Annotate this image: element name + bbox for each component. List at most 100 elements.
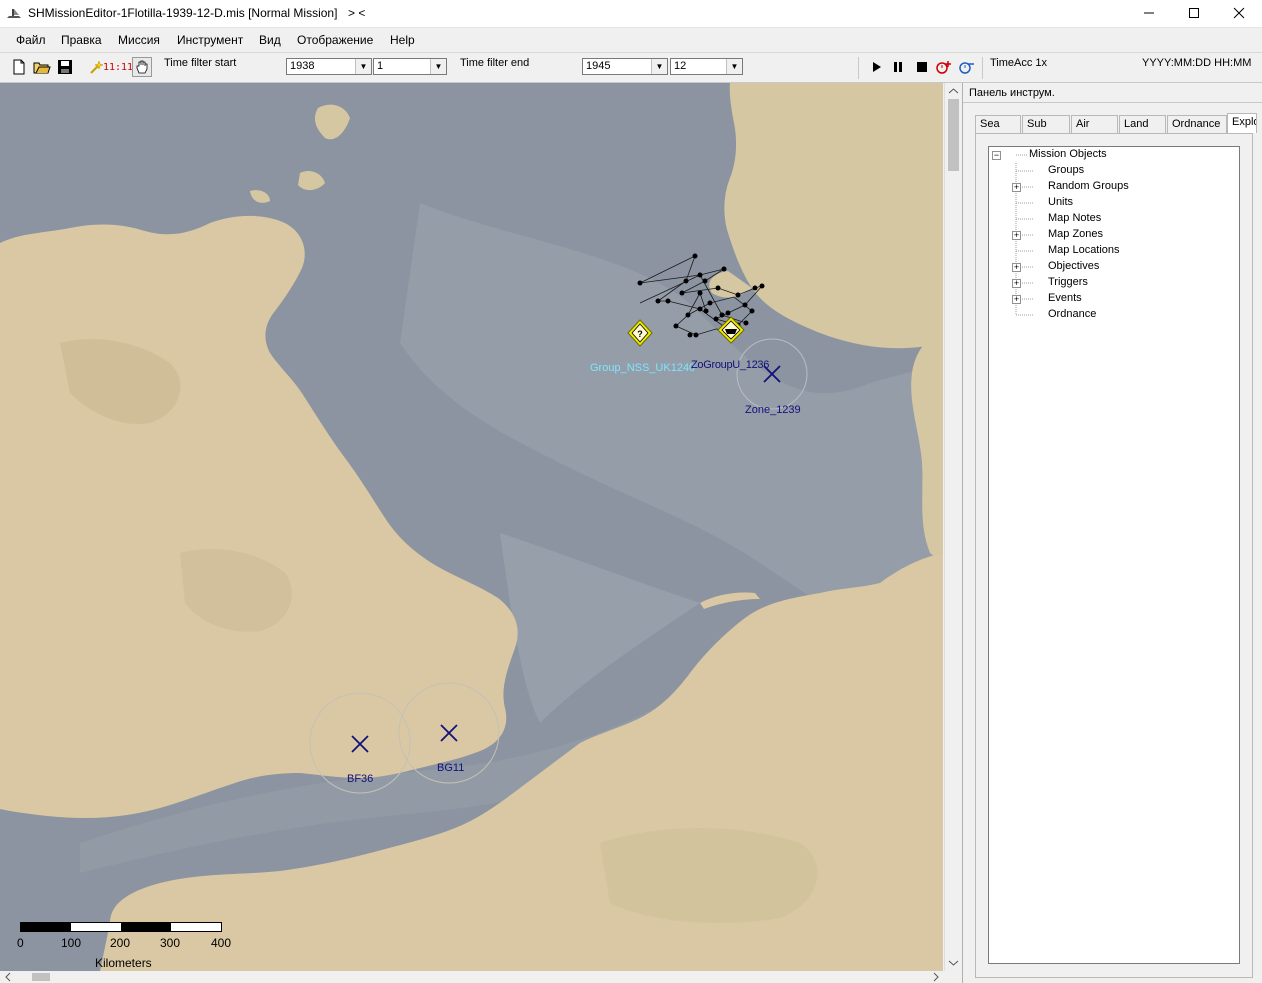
stop-icon [917, 62, 927, 72]
menu-file[interactable]: Файл [16, 33, 46, 47]
scroll-thumb[interactable] [32, 973, 50, 981]
tree-root[interactable]: Mission Objects [1029, 148, 1107, 160]
svg-text:?: ? [637, 329, 643, 339]
tree-item-map-locations[interactable]: Map Locations [1048, 244, 1120, 256]
save-button[interactable] [55, 57, 75, 77]
menu-tool[interactable]: Инструмент [177, 33, 243, 47]
end-year-value: 1945 [586, 60, 611, 72]
tab-air[interactable]: Air [1071, 115, 1118, 133]
group-nss-label[interactable]: Group_NSS_UK1240 [590, 362, 695, 374]
chevron-down-icon[interactable]: ▼ [726, 59, 742, 74]
chevron-up-icon[interactable] [945, 85, 962, 97]
scale-tick: 200 [110, 936, 131, 950]
tab-explorer[interactable]: Explo [1227, 113, 1257, 133]
chevron-down-icon[interactable] [945, 957, 962, 969]
magic-wand-icon [90, 60, 104, 74]
minimize-button[interactable] [1126, 0, 1172, 26]
menu-bar: Файл Правка Миссия Инструмент Вид Отобра… [0, 28, 1262, 53]
tree-item-events[interactable]: Events [1048, 292, 1082, 304]
title-bar: SHMissionEditor-1Flotilla-1939-12-D.mis … [0, 0, 1262, 28]
stopwatch-minus-icon [959, 62, 974, 74]
start-month-value: 1 [377, 60, 384, 72]
expand-icon[interactable]: + [1012, 183, 1021, 192]
map-vertical-scrollbar[interactable] [944, 83, 962, 971]
clock-button[interactable]: 11:11 [103, 57, 133, 77]
play-button[interactable] [866, 57, 886, 77]
window-title: SHMissionEditor-1Flotilla-1939-12-D.mis … [28, 6, 338, 20]
zone-bf36-label[interactable]: BF36 [347, 773, 373, 785]
maximize-icon [1189, 8, 1199, 18]
group-u-label[interactable]: ZoGroupU_1236 [691, 359, 769, 371]
expand-icon[interactable]: + [1012, 263, 1021, 272]
scale-tick: 300 [160, 936, 181, 950]
tab-ordnance[interactable]: Ordnance [1167, 115, 1227, 133]
tool-panel: Панель инструм. Sea Sub Air Land Ordnanc… [962, 83, 1262, 983]
tree-item-ordnance[interactable]: Ordnance [1048, 308, 1096, 320]
end-month-value: 12 [674, 60, 687, 72]
scale-unit: Kilometers [95, 956, 152, 970]
tree-item-random-groups[interactable]: Random Groups [1048, 180, 1129, 192]
expand-icon[interactable]: + [1012, 279, 1021, 288]
datetime-display: YYYY:MM:DD HH:MM [1142, 57, 1252, 69]
time-filter-start-label: Time filter start [164, 57, 237, 69]
tree-item-units[interactable]: Units [1048, 196, 1073, 208]
map-canvas[interactable]: ? [0, 83, 943, 971]
pause-button[interactable] [888, 57, 908, 77]
expand-icon[interactable]: + [1012, 295, 1021, 304]
speed-up-button[interactable] [934, 57, 954, 77]
menu-edit[interactable]: Правка [61, 33, 102, 47]
end-year-select[interactable]: 1945 ▼ [582, 58, 668, 75]
chevron-right-icon[interactable] [930, 971, 942, 983]
new-button[interactable] [9, 57, 29, 77]
tab-sub[interactable]: Sub [1022, 115, 1070, 133]
tree-item-triggers[interactable]: Triggers [1048, 276, 1088, 288]
expand-icon[interactable]: + [1012, 231, 1021, 240]
save-disk-icon [58, 60, 72, 74]
close-icon [1233, 7, 1245, 19]
chevron-down-icon[interactable]: ▼ [355, 59, 371, 74]
collapse-icon[interactable]: − [992, 151, 1001, 160]
menu-help[interactable]: Help [390, 33, 415, 47]
tree-item-map-notes[interactable]: Map Notes [1048, 212, 1101, 224]
tab-land[interactable]: Land [1119, 115, 1166, 133]
scale-tick: 0 [17, 936, 24, 950]
minimize-icon [1144, 12, 1154, 14]
scroll-thumb[interactable] [948, 99, 959, 171]
play-icon [873, 62, 881, 72]
zone-bg11-label[interactable]: BG11 [437, 762, 464, 774]
panel-divider [963, 102, 1262, 103]
tab-sea[interactable]: Sea [975, 115, 1021, 133]
map-horizontal-scrollbar[interactable] [0, 971, 944, 983]
pan-tool-button[interactable] [132, 57, 152, 77]
close-button[interactable] [1216, 0, 1262, 26]
time-acceleration: TimeAcc 1x [990, 57, 1048, 69]
tree-item-objectives[interactable]: Objectives [1048, 260, 1099, 272]
start-year-select[interactable]: 1938 ▼ [286, 58, 372, 75]
mission-objects-tree[interactable]: − Mission Objects Groups + Random Groups… [988, 146, 1240, 964]
zone-1239-label[interactable]: Zone_1239 [745, 404, 801, 416]
nav-arrows[interactable]: > < [348, 6, 365, 20]
menu-display[interactable]: Отображение [297, 33, 373, 47]
start-month-select[interactable]: 1 ▼ [373, 58, 447, 75]
chevron-left-icon[interactable] [2, 971, 14, 983]
slow-down-button[interactable] [957, 57, 977, 77]
start-year-value: 1938 [290, 60, 315, 72]
chevron-down-icon[interactable]: ▼ [651, 59, 667, 74]
chevron-down-icon[interactable]: ▼ [430, 59, 446, 74]
map-view[interactable]: ? Group_NSS_UK1240 ZoGroupU_1236 Zone_12… [0, 83, 943, 971]
menu-mission[interactable]: Миссия [118, 33, 160, 47]
open-folder-icon [33, 62, 51, 74]
scale-tick: 100 [61, 936, 82, 950]
maximize-button[interactable] [1171, 0, 1217, 26]
explorer-tab-body: − Mission Objects Groups + Random Groups… [975, 133, 1253, 978]
tree-item-groups[interactable]: Groups [1048, 164, 1084, 176]
end-month-select[interactable]: 12 ▼ [670, 58, 743, 75]
open-button[interactable] [32, 57, 52, 77]
stop-button[interactable] [912, 57, 932, 77]
pause-icon [894, 62, 902, 72]
menu-view[interactable]: Вид [259, 33, 281, 47]
stopwatch-plus-icon [936, 61, 951, 74]
tree-item-map-zones[interactable]: Map Zones [1048, 228, 1103, 240]
toolbar-divider [858, 57, 859, 79]
toolbar: 11:11 Time filter start 1938 ▼ 1 ▼ Time … [0, 53, 1262, 83]
